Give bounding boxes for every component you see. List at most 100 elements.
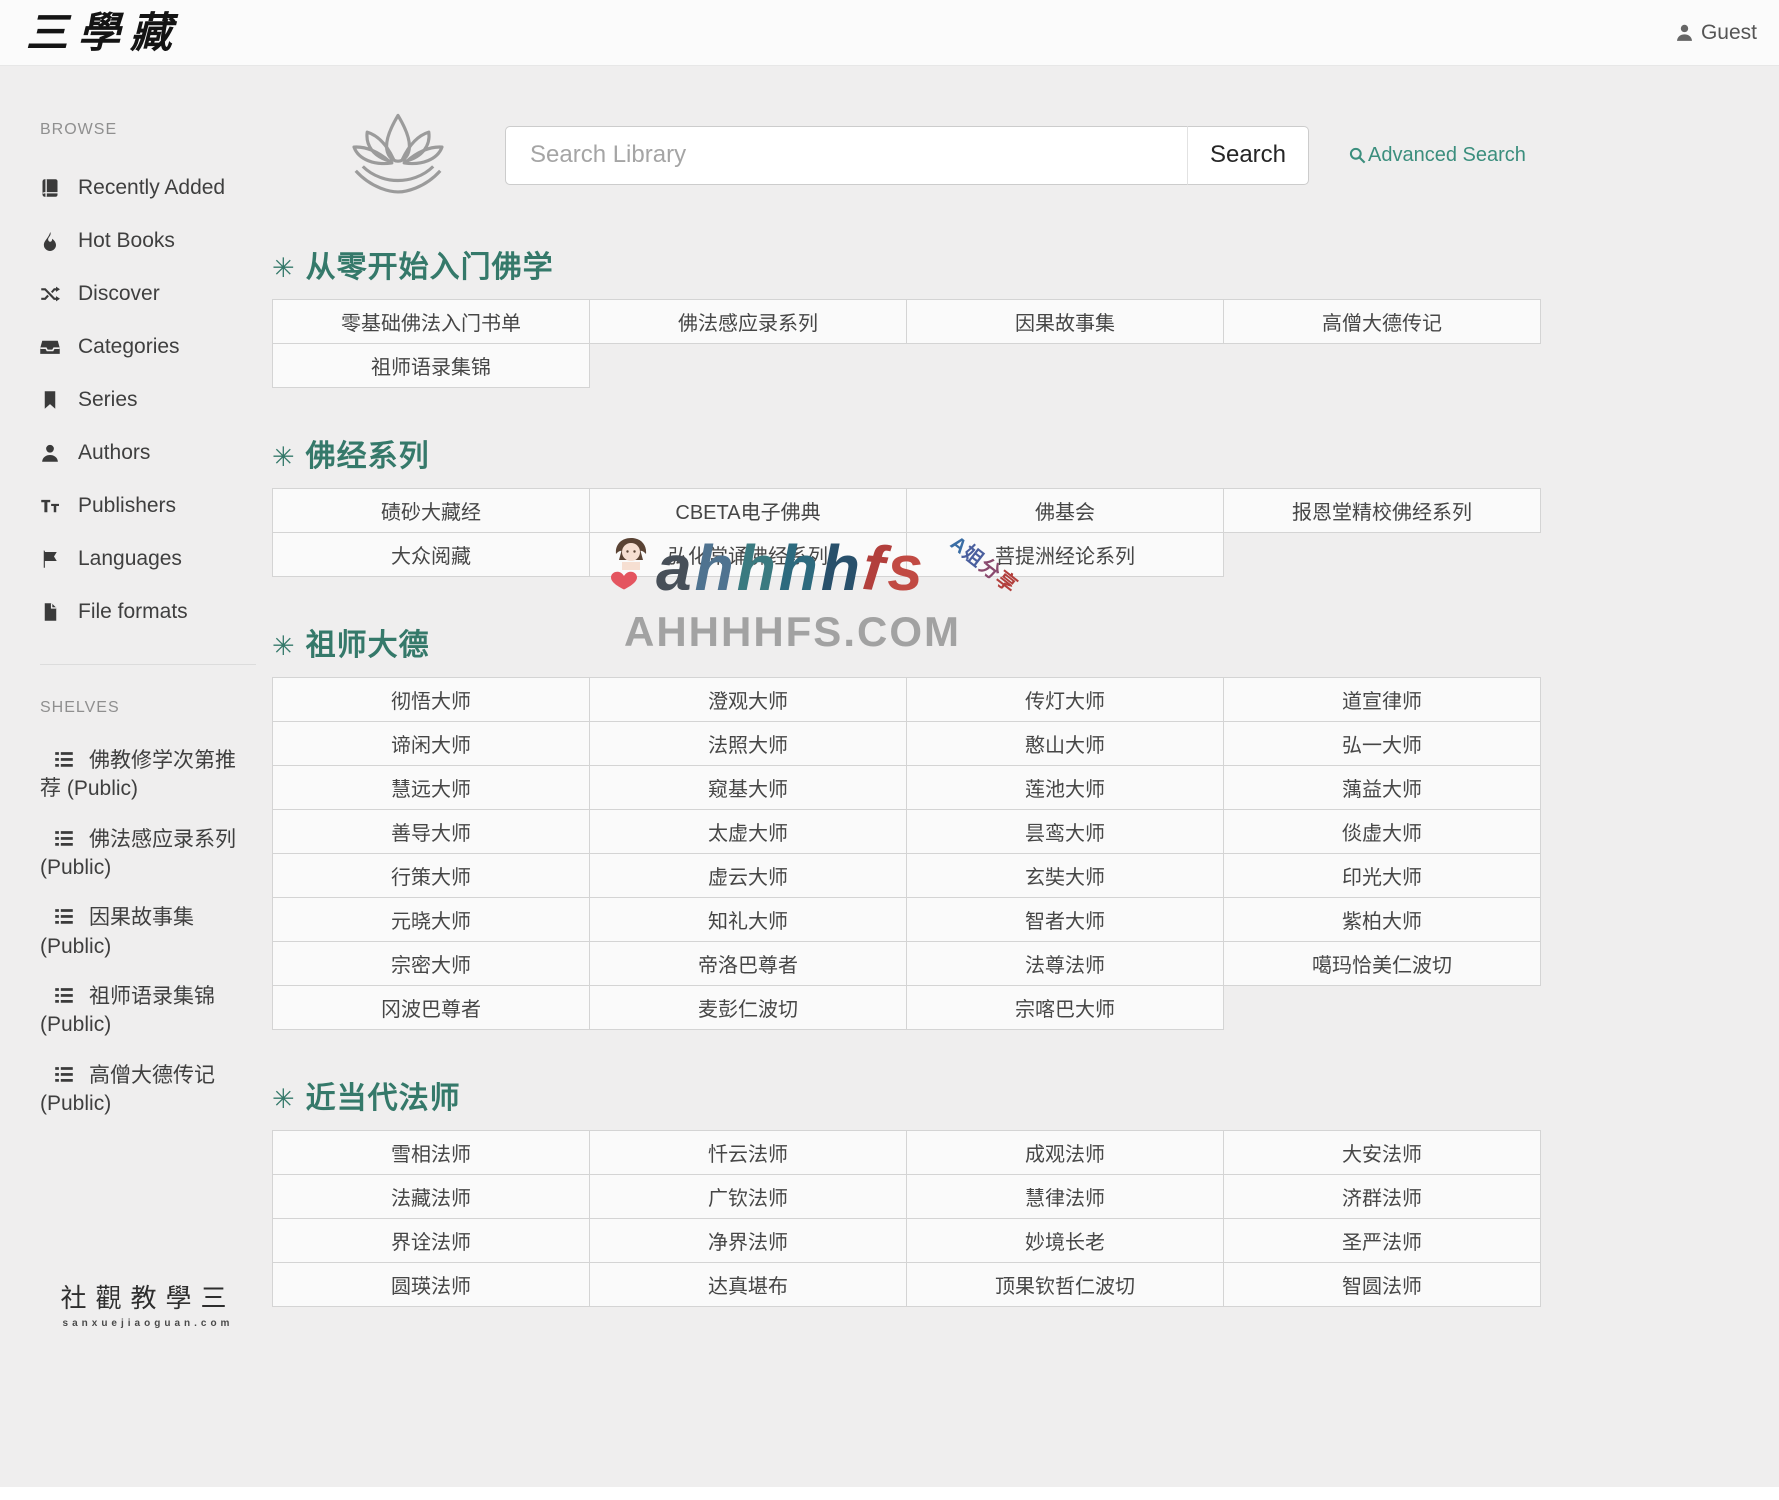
sidebar-item-label: Hot Books	[78, 229, 175, 253]
book-icon	[40, 178, 60, 198]
section-cell-link[interactable]: 道宣律师	[1342, 691, 1422, 713]
section-cell-link[interactable]: 妙境长老	[1025, 1232, 1105, 1254]
sidebar-item-discover[interactable]: Discover	[40, 267, 256, 320]
browse-nav: Recently Added Hot Books DiscoverCategorie…	[40, 161, 256, 638]
section-cell-link[interactable]: 佛法感应录系列	[678, 313, 818, 335]
sidebar-item-file-formats[interactable]: File formats	[40, 585, 256, 638]
table-cell: 因果故事集	[907, 300, 1224, 344]
shelf-item[interactable]: 祖师语录集锦 (Public)	[40, 983, 256, 1040]
section-cell-link[interactable]: 达真堪布	[708, 1276, 788, 1298]
table-row: 圆瑛法师 达真堪布 顶果钦哲仁波切 智圆法师	[273, 1263, 1541, 1307]
sidebar-item-recently-added[interactable]: Recently Added	[40, 161, 256, 214]
table-cell: 慧律法师	[907, 1175, 1224, 1219]
section-cell-link[interactable]: 大安法师	[1342, 1144, 1422, 1166]
section-link-table: 雪相法师 忏云法师 成观法师 大安法师法藏法师 广钦法师 慧律法师 济群法师界诠法师 净界法师…	[272, 1130, 1541, 1307]
sidebar-item-publishers[interactable]: Publishers	[40, 479, 256, 532]
app-logo[interactable]: 三學藏	[26, 12, 182, 54]
section-cell-link[interactable]: 忏云法师	[708, 1144, 788, 1166]
section-cell-link[interactable]: 报恩堂精校佛经系列	[1292, 502, 1472, 524]
table-cell: 虚云大师	[590, 854, 907, 898]
sidebar-item-hot-books[interactable]: Hot Books	[40, 214, 256, 267]
section-cell-link[interactable]: 慧远大师	[391, 779, 471, 801]
section-cell-link[interactable]: 蕅益大师	[1342, 779, 1422, 801]
sidebar-item-categories[interactable]: Categories	[40, 320, 256, 373]
section-cell-link[interactable]: 法尊法师	[1025, 955, 1105, 977]
table-cell: CBETA电子佛典	[590, 489, 907, 533]
section-cell-link[interactable]: 澄观大师	[708, 691, 788, 713]
section-cell-link[interactable]: 顶果钦哲仁波切	[995, 1276, 1135, 1298]
section-cell-link[interactable]: 谛闲大师	[391, 735, 471, 757]
section-cell-link[interactable]: 圣严法师	[1342, 1232, 1422, 1254]
section-cell-link[interactable]: 行策大师	[391, 867, 471, 889]
sidebar-item-label: Recently Added	[78, 176, 225, 200]
section-cell-link[interactable]: 太虚大师	[708, 823, 788, 845]
section-cell-link[interactable]: 帝洛巴尊者	[698, 955, 798, 977]
section-cell-link[interactable]: 大众阅藏	[391, 546, 471, 568]
shelf-item[interactable]: 因果故事集 (Public)	[40, 904, 256, 961]
section-cell-link[interactable]: 广钦法师	[708, 1188, 788, 1210]
section-cell-link[interactable]: 莲池大师	[1025, 779, 1105, 801]
user-menu[interactable]: Guest	[1675, 21, 1757, 45]
section-cell-link[interactable]: 虚云大师	[708, 867, 788, 889]
table-cell: 法尊法师	[907, 942, 1224, 986]
sidebar-item-label: File formats	[78, 600, 188, 624]
section-cell-link[interactable]: 界诠法师	[391, 1232, 471, 1254]
section-cell-link[interactable]: 成观法师	[1025, 1144, 1105, 1166]
section-cell-link[interactable]: 善导大师	[391, 823, 471, 845]
table-cell: 玄奘大师	[907, 854, 1224, 898]
table-cell: 昙鸾大师	[907, 810, 1224, 854]
section-cell-link[interactable]: 高僧大德传记	[1322, 313, 1442, 335]
section-cell-link[interactable]: 智圆法师	[1342, 1276, 1422, 1298]
sidebar-item-series[interactable]: Series	[40, 373, 256, 426]
section-cell-link[interactable]: 宗密大师	[391, 955, 471, 977]
table-cell: 净界法师	[590, 1219, 907, 1263]
shelf-item[interactable]: 高僧大德传记 (Public)	[40, 1062, 256, 1119]
section-cell-link[interactable]: 碛砂大藏经	[381, 502, 481, 524]
advanced-search-link[interactable]: Advanced Search	[1349, 144, 1526, 167]
section-cell-link[interactable]: 知礼大师	[708, 911, 788, 933]
section-cell-link[interactable]: 元晓大师	[391, 911, 471, 933]
section-cell-link[interactable]: 噶玛恰美仁波切	[1312, 955, 1452, 977]
section-cell-link[interactable]: 佛基会	[1035, 502, 1095, 524]
section-cell-link[interactable]: 慧律法师	[1025, 1188, 1105, 1210]
search-input[interactable]	[505, 126, 1188, 185]
section-cell-link[interactable]: 紫柏大师	[1342, 911, 1422, 933]
section-cell-link[interactable]: 彻悟大师	[391, 691, 471, 713]
section-cell-link[interactable]: 印光大师	[1342, 867, 1422, 889]
section-cell-link[interactable]: 菩提洲经论系列	[995, 546, 1135, 568]
search-button[interactable]: Search	[1188, 126, 1309, 185]
shelf-item[interactable]: 佛法感应录系列 (Public)	[40, 826, 256, 883]
section-cell-link[interactable]: 雪相法师	[391, 1144, 471, 1166]
section-cell-link[interactable]: 憨山大师	[1025, 735, 1105, 757]
page-body: BROWSE Recently AddedHot BooksDiscoverCa…	[0, 66, 1779, 1500]
section-cell-link[interactable]: 智者大师	[1025, 911, 1105, 933]
table-cell: 碛砂大藏经	[273, 489, 590, 533]
section-cell-link[interactable]: 弘一大师	[1342, 735, 1422, 757]
section-cell-link[interactable]: 零基础佛法入门书单	[341, 313, 521, 335]
section-cell-link[interactable]: 法藏法师	[391, 1188, 471, 1210]
section-cell-link[interactable]: 弘化常诵佛经系列	[668, 546, 828, 568]
table-cell: 元晓大师	[273, 898, 590, 942]
section-cell-link[interactable]: 玄奘大师	[1025, 867, 1105, 889]
sidebar-item-authors[interactable]: Authors	[40, 426, 256, 479]
section-cell-link[interactable]: 麦彭仁波切	[698, 999, 798, 1021]
list-icon	[54, 906, 74, 925]
table-cell: 智者大师	[907, 898, 1224, 942]
section-cell-link[interactable]: 倓虚大师	[1342, 823, 1422, 845]
section-cell-link[interactable]: 昙鸾大师	[1025, 823, 1105, 845]
section-cell-link[interactable]: 宗喀巴大师	[1015, 999, 1115, 1021]
section-title: ✳佛经系列	[272, 436, 1541, 478]
section-cell-link[interactable]: 济群法师	[1342, 1188, 1422, 1210]
section-cell-link[interactable]: 净界法师	[708, 1232, 788, 1254]
section-cell-link[interactable]: 因果故事集	[1015, 313, 1115, 335]
section-cell-link[interactable]: 祖师语录集锦	[371, 357, 491, 379]
sidebar-item-languages[interactable]: Languages	[40, 532, 256, 585]
section-cell-link[interactable]: 传灯大师	[1025, 691, 1105, 713]
inbox-icon	[40, 337, 60, 357]
section-cell-link[interactable]: CBETA电子佛典	[675, 502, 820, 524]
section-cell-link[interactable]: 冈波巴尊者	[381, 999, 481, 1021]
section-cell-link[interactable]: 法照大师	[708, 735, 788, 757]
section-cell-link[interactable]: 窥基大师	[708, 779, 788, 801]
section-cell-link[interactable]: 圆瑛法师	[391, 1276, 471, 1298]
shelf-item[interactable]: 佛教修学次第推荐 (Public)	[40, 747, 256, 804]
